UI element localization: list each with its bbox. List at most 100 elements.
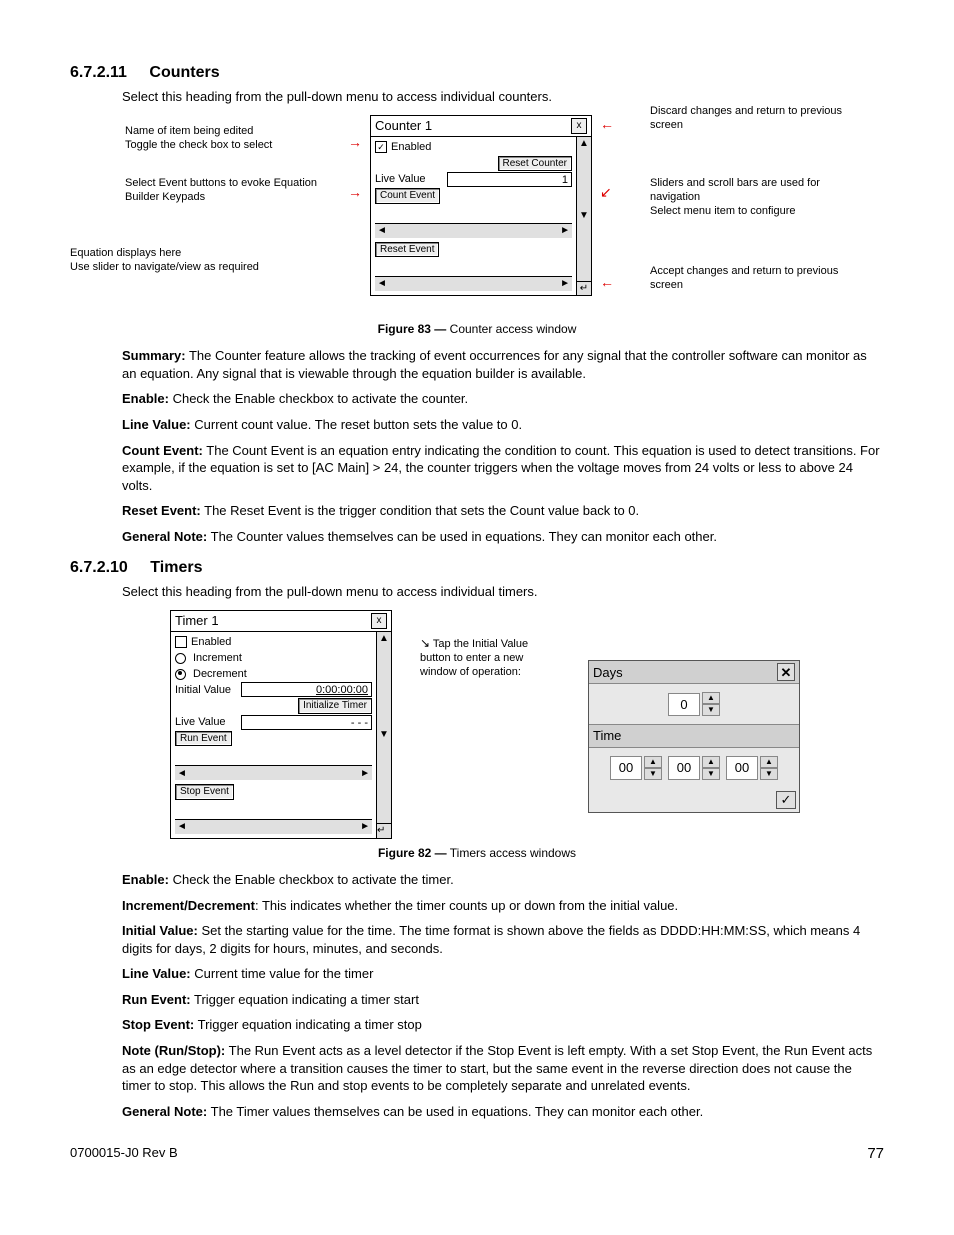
h-scrollbar[interactable]: ◄► [375, 223, 572, 238]
para-line-value: Line Value: Current count value. The res… [122, 416, 884, 434]
up-icon[interactable]: ▲ [702, 692, 720, 704]
para-reset-event: Reset Event: The Reset Event is the trig… [122, 502, 884, 520]
timer-title: Timer 1 [175, 612, 219, 630]
section-heading-counters: 6.7.2.11 Counters [70, 62, 884, 84]
caption-text: Counter access window [446, 322, 576, 336]
scroll-up-icon[interactable]: ▲ [579, 137, 589, 151]
section-title: Timers [150, 559, 202, 576]
enabled-label: Enabled [191, 635, 231, 650]
enabled-label: Enabled [391, 140, 431, 155]
initialize-timer-button[interactable]: Initialize Timer [298, 698, 372, 714]
scroll-right-icon[interactable]: ► [560, 277, 570, 291]
scroll-left-icon[interactable]: ◄ [177, 767, 187, 781]
page-footer: 0700015-J0 Rev B 77 [70, 1144, 884, 1164]
para-general-note: General Note: The Timer values themselve… [122, 1103, 884, 1121]
reset-event-button[interactable]: Reset Event [375, 242, 439, 258]
v-scrollbar[interactable]: ▲ ▼ ↵ [576, 137, 591, 295]
down-icon[interactable]: ▼ [644, 768, 662, 780]
scroll-left-icon[interactable]: ◄ [177, 820, 187, 834]
scroll-left-icon[interactable]: ◄ [377, 277, 387, 291]
arrow-icon: → [348, 185, 362, 199]
close-button[interactable]: x [571, 118, 587, 134]
down-icon[interactable]: ▼ [760, 768, 778, 780]
h-scrollbar[interactable]: ◄► [175, 765, 372, 780]
run-event-button[interactable]: Run Event [175, 731, 232, 747]
accept-icon[interactable]: ↵ [577, 281, 591, 296]
para-general-note: General Note: The Counter values themsel… [122, 528, 884, 546]
up-icon[interactable]: ▲ [644, 756, 662, 768]
scroll-up-icon[interactable]: ▲ [379, 632, 389, 646]
section-heading-timers: 6.7.2.10 Timers [70, 557, 884, 579]
annotation-right-1: Discard changes and return to previous s… [650, 105, 850, 133]
enabled-checkbox[interactable]: ✓ [375, 141, 387, 153]
arrow-icon: → [348, 135, 362, 149]
section-number: 6.7.2.10 [70, 557, 128, 579]
minutes-spinner[interactable]: 00▲▼ [668, 756, 720, 780]
para-enable: Enable: Check the Enable checkbox to act… [122, 390, 884, 408]
figure-83-caption: Figure 83 — Counter access window [70, 321, 884, 337]
para-enable: Enable: Check the Enable checkbox to act… [122, 871, 884, 889]
days-value[interactable]: 0 [668, 693, 700, 717]
days-label: Days [593, 664, 623, 682]
time-label: Time [593, 727, 621, 745]
live-value-label: Live Value [175, 715, 237, 730]
v-scrollbar[interactable]: ▲ ▼ ↵ [376, 632, 391, 838]
arrow-icon: ↙ [600, 185, 612, 199]
enabled-checkbox[interactable] [175, 636, 187, 648]
annotation-left-2: Select Event buttons to evoke Equation B… [125, 177, 325, 205]
figure-82-caption: Figure 82 — Timers access windows [70, 845, 884, 861]
seconds-spinner[interactable]: 00▲▼ [726, 756, 778, 780]
para-incdec: Increment/Decrement: This indicates whet… [122, 897, 884, 915]
accept-button[interactable]: ✓ [776, 791, 796, 809]
close-button[interactable]: x [371, 613, 387, 629]
section-number: 6.7.2.11 [70, 62, 127, 84]
scroll-right-icon[interactable]: ► [560, 224, 570, 238]
accept-icon[interactable]: ↵ [377, 823, 391, 838]
up-icon[interactable]: ▲ [760, 756, 778, 768]
para-note-runstop: Note (Run/Stop): The Run Event acts as a… [122, 1042, 884, 1095]
counter-panel: Counter 1 x ✓ Enabled Reset Counter Live… [370, 115, 592, 296]
reset-counter-button[interactable]: Reset Counter [498, 156, 572, 172]
caption-bold: Figure 82 — [378, 846, 447, 860]
scroll-down-icon[interactable]: ▼ [379, 728, 389, 742]
increment-radio[interactable] [175, 653, 186, 664]
para-count-event: Count Event: The Count Event is an equat… [122, 442, 884, 495]
counter-title: Counter 1 [375, 117, 432, 135]
annotation-left-3: Equation displays hereUse slider to navi… [70, 247, 330, 275]
section-title: Counters [149, 64, 219, 81]
down-icon[interactable]: ▼ [702, 768, 720, 780]
annotation-right-2: Sliders and scroll bars are used for nav… [650, 177, 870, 218]
live-value-field: 1 [447, 172, 572, 187]
scroll-left-icon[interactable]: ◄ [377, 224, 387, 238]
counters-intro: Select this heading from the pull-down m… [122, 88, 884, 106]
initial-value-field[interactable]: 0:00:00:00 [241, 682, 372, 697]
close-button[interactable]: ✕ [777, 663, 795, 681]
days-spinner[interactable]: 0 ▲▼ [668, 692, 720, 716]
doc-id: 0700015-J0 Rev B [70, 1144, 178, 1164]
increment-label: Increment [193, 651, 242, 666]
decrement-radio[interactable] [175, 669, 186, 680]
live-value-label: Live Value [375, 172, 443, 187]
h-scrollbar[interactable]: ◄► [175, 819, 372, 834]
para-stop-event: Stop Event: Trigger equation indicating … [122, 1016, 884, 1034]
para-line-value: Line Value: Current time value for the t… [122, 965, 884, 983]
h-scrollbar[interactable]: ◄► [375, 276, 572, 291]
scroll-down-icon[interactable]: ▼ [579, 209, 589, 223]
figure-83: Name of item being editedToggle the chec… [70, 115, 884, 315]
down-icon[interactable]: ▼ [702, 704, 720, 716]
callout-initial-value: ↘ Tap the Initial Value button to enter … [420, 610, 560, 679]
count-event-button[interactable]: Count Event [375, 188, 440, 204]
timers-intro: Select this heading from the pull-down m… [122, 583, 884, 601]
days-time-panel: Days ✕ 0 ▲▼ Time 00▲▼ 00▲▼ 00▲▼ ✓ [588, 660, 800, 813]
hours-spinner[interactable]: 00▲▼ [610, 756, 662, 780]
arrow-icon: ↘ [420, 636, 430, 650]
scroll-right-icon[interactable]: ► [360, 820, 370, 834]
up-icon[interactable]: ▲ [702, 756, 720, 768]
scroll-right-icon[interactable]: ► [360, 767, 370, 781]
annotation-right-3: Accept changes and return to previous sc… [650, 265, 850, 293]
stop-event-button[interactable]: Stop Event [175, 784, 234, 800]
para-initial: Initial Value: Set the starting value fo… [122, 922, 884, 957]
page-number: 77 [867, 1144, 884, 1164]
live-value-field: - - - [241, 715, 372, 730]
annotation-left-1: Name of item being editedToggle the chec… [125, 125, 325, 153]
